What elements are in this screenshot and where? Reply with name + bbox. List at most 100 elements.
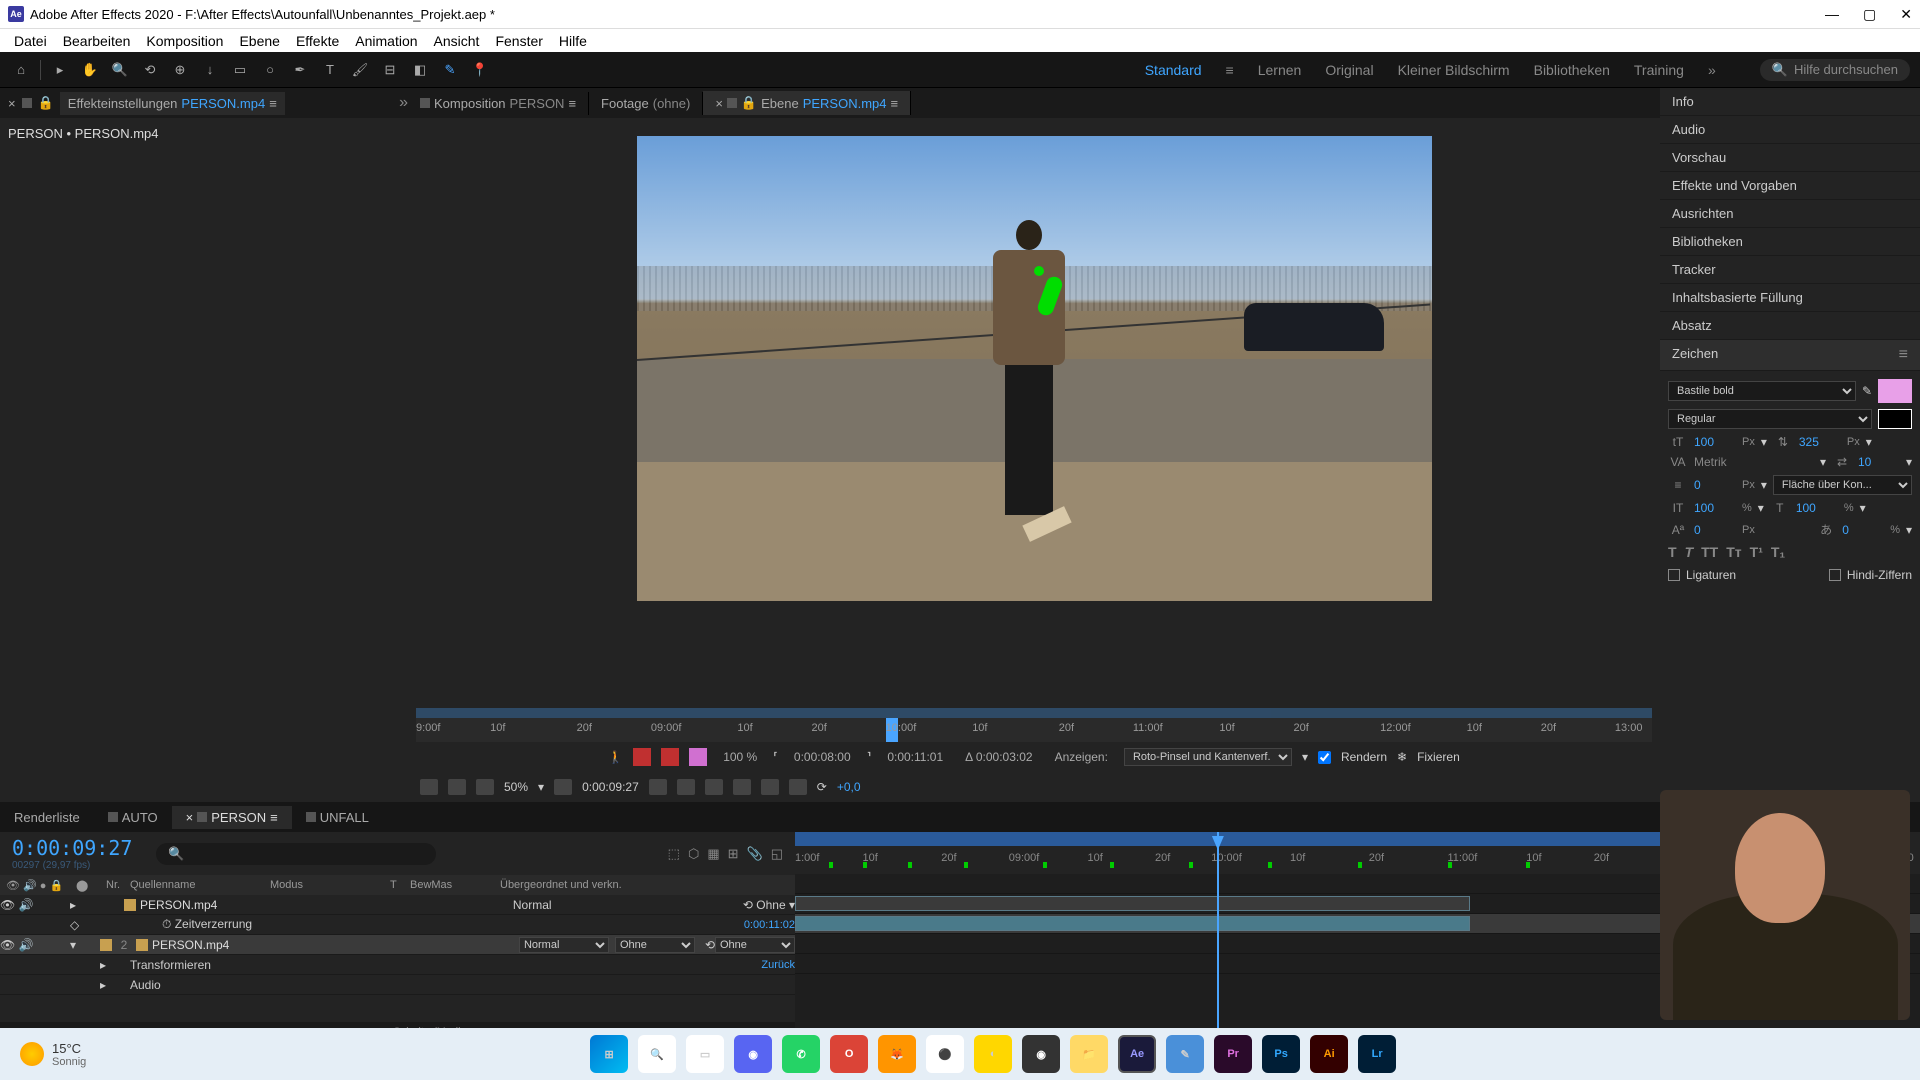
maximize-button[interactable]: ▢ <box>1863 6 1876 23</box>
section-effekte[interactable]: Effekte und Vorgaben <box>1660 172 1920 200</box>
camera-tool[interactable]: ⊕ <box>169 59 191 81</box>
layer-row-1[interactable]: 👁 🔊▸ PERSON.mp4 Normal ⟲ Ohne ▾ <box>0 895 795 915</box>
brush-tool[interactable]: 🖌 <box>349 59 371 81</box>
tab-footage[interactable]: Footage (ohne) <box>589 92 703 115</box>
section-absatz[interactable]: Absatz <box>1660 312 1920 340</box>
freeze-icon[interactable]: ❄ <box>1397 750 1407 764</box>
ligaturen-checkbox[interactable] <box>1668 569 1680 581</box>
puppet-tool[interactable]: 📍 <box>469 59 491 81</box>
zoom-tool[interactable]: 🔍 <box>109 59 131 81</box>
smallcaps-button[interactable]: Tᴛ <box>1726 544 1741 560</box>
tsume[interactable]: 0 <box>1842 523 1884 537</box>
section-info[interactable]: Info <box>1660 88 1920 116</box>
workspace-biblio[interactable]: Bibliotheken <box>1534 62 1610 78</box>
bold-button[interactable]: T <box>1668 544 1677 560</box>
home-tool[interactable]: ⌂ <box>10 59 32 81</box>
dropdown-icon[interactable]: ▾ <box>1820 455 1826 469</box>
workspace-menu-icon[interactable]: ≡ <box>1226 62 1234 78</box>
tracking[interactable]: 10 <box>1858 455 1900 469</box>
person-icon[interactable]: 🚶 <box>608 750 623 764</box>
effects-tab[interactable]: Effekteinstellungen PERSON.mp4 ≡ <box>60 92 285 115</box>
baseline[interactable]: 0 <box>1694 523 1736 537</box>
tab-unfall[interactable]: UNFALL <box>292 806 383 829</box>
obs-app[interactable]: ◉ <box>1022 1035 1060 1073</box>
section-biblio[interactable]: Bibliotheken <box>1660 228 1920 256</box>
firefox-app[interactable]: 🦊 <box>878 1035 916 1073</box>
discord-app[interactable]: ◉ <box>734 1035 772 1073</box>
tab-komposition[interactable]: Komposition PERSON ≡ <box>408 92 589 115</box>
stroke-width[interactable]: 0 <box>1694 478 1736 492</box>
fixieren-label[interactable]: Fixieren <box>1417 750 1460 764</box>
pen-tool[interactable]: ✒ <box>289 59 311 81</box>
photoshop-app[interactable]: Ps <box>1262 1035 1300 1073</box>
close-button[interactable]: ✕ <box>1900 6 1912 23</box>
section-vorschau[interactable]: Vorschau <box>1660 144 1920 172</box>
roto-prop-icon3[interactable] <box>689 748 707 766</box>
workspace-lernen[interactable]: Lernen <box>1258 62 1302 78</box>
menu-fenster[interactable]: Fenster <box>487 31 550 51</box>
workspace-kleiner[interactable]: Kleiner Bildschirm <box>1398 62 1510 78</box>
footer-icon[interactable] <box>554 779 572 795</box>
zoom-dropdown-icon[interactable]: ▾ <box>538 780 544 794</box>
roto-prop-icon[interactable] <box>633 748 651 766</box>
section-ausrichten[interactable]: Ausrichten <box>1660 200 1920 228</box>
search-button[interactable]: 🔍 <box>638 1035 676 1073</box>
timeline-playhead[interactable] <box>1217 832 1219 1042</box>
tab-close[interactable]: × <box>715 96 723 111</box>
footer-icon[interactable] <box>733 779 751 795</box>
eyedropper-icon[interactable]: ✎ <box>1862 384 1872 398</box>
viewer-time[interactable]: 0:00:09:27 <box>582 780 639 794</box>
parent-select[interactable]: Ohne <box>715 937 795 953</box>
minimize-button[interactable]: — <box>1825 6 1839 23</box>
pan-behind-tool[interactable]: ↓ <box>199 59 221 81</box>
app-icon[interactable]: ⚫ <box>926 1035 964 1073</box>
panel-close[interactable]: × <box>8 96 16 111</box>
lock-icon[interactable]: 🔒 <box>38 95 54 111</box>
help-search[interactable]: 🔍 Hilfe durchsuchen <box>1760 59 1910 81</box>
tl-tool-icon[interactable]: ⬚ <box>668 846 680 862</box>
lightroom-app[interactable]: Lr <box>1358 1035 1396 1073</box>
roto-tool[interactable]: ✎ <box>439 59 461 81</box>
menu-bearbeiten[interactable]: Bearbeiten <box>55 31 139 51</box>
dropdown-icon[interactable]: ▾ <box>1860 501 1866 515</box>
display-mode-select[interactable]: Roto-Pinsel und Kantenverf. <box>1124 748 1292 766</box>
dropdown-icon[interactable]: ▾ <box>1906 455 1912 469</box>
workspace-training[interactable]: Training <box>1634 62 1684 78</box>
exposure-value[interactable]: +0,0 <box>837 780 861 794</box>
eraser-tool[interactable]: ◧ <box>409 59 431 81</box>
in-bracket-icon[interactable]: ⸢ <box>773 750 778 764</box>
aftereffects-app[interactable]: Ae <box>1118 1035 1156 1073</box>
menu-ansicht[interactable]: Ansicht <box>426 31 488 51</box>
dropdown-icon[interactable]: ▾ <box>1866 435 1872 449</box>
video-preview[interactable] <box>637 136 1432 601</box>
mini-work-area[interactable] <box>416 708 1652 718</box>
leading[interactable]: 325 <box>1799 435 1841 449</box>
start-button[interactable]: ⊞ <box>590 1035 628 1073</box>
section-fuellung[interactable]: Inhaltsbasierte Füllung <box>1660 284 1920 312</box>
zoom-level[interactable]: 50% <box>504 780 528 794</box>
text-tool[interactable]: T <box>319 59 341 81</box>
subscript-button[interactable]: T₁ <box>1771 544 1785 560</box>
tl-tool-icon[interactable]: ◱ <box>771 846 783 862</box>
footer-icon[interactable] <box>761 779 779 795</box>
vscale[interactable]: 100 <box>1694 501 1736 515</box>
tab-menu-icon[interactable]: ≡ <box>568 96 576 111</box>
tl-tool-icon[interactable]: ⊞ <box>728 846 739 862</box>
ellipse-tool[interactable]: ○ <box>259 59 281 81</box>
footer-icon[interactable] <box>476 779 494 795</box>
workspace-overflow[interactable]: » <box>1708 62 1716 78</box>
rotate-tool[interactable]: ⟲ <box>139 59 161 81</box>
tab-auto[interactable]: AUTO <box>94 806 172 829</box>
dropdown-icon[interactable]: ▾ <box>1906 523 1912 537</box>
refresh-icon[interactable]: ⟳ <box>817 780 827 794</box>
footer-icon[interactable] <box>420 779 438 795</box>
dropdown-icon[interactable]: ▾ <box>1758 501 1764 515</box>
layer-row-2[interactable]: 👁 🔊▾ 2 PERSON.mp4 Normal Ohne ⟲ Ohne <box>0 935 795 955</box>
taskview-button[interactable]: ▭ <box>686 1035 724 1073</box>
layer-prop-zeitverzerrung[interactable]: ◇ ⏱ Zeitverzerrung 0:00:11:02 <box>0 915 795 935</box>
timeline-time[interactable]: 0:00:09:27 00297 (29,97 fps) <box>0 832 144 875</box>
menu-komposition[interactable]: Komposition <box>138 31 231 51</box>
hand-tool[interactable]: ✋ <box>79 59 101 81</box>
workspace-original[interactable]: Original <box>1325 62 1373 78</box>
tab-renderliste[interactable]: Renderliste <box>0 806 94 829</box>
